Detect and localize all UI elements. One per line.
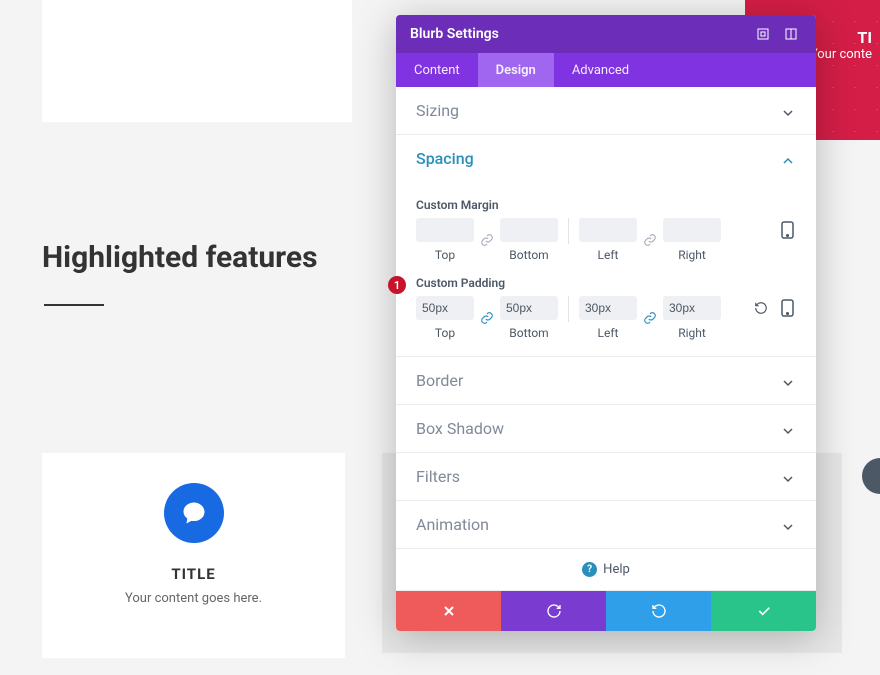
- content-placeholder-top: [42, 0, 352, 122]
- section-filters[interactable]: Filters: [396, 453, 816, 501]
- snap-icon[interactable]: [780, 23, 802, 45]
- padding-left-input[interactable]: [579, 296, 637, 320]
- padding-top-input[interactable]: [416, 296, 474, 320]
- section-label: Box Shadow: [416, 419, 504, 438]
- side-label-bottom: Bottom: [509, 326, 548, 340]
- page-heading-underline: [44, 304, 104, 306]
- help-button[interactable]: ? Help: [396, 549, 816, 591]
- padding-inputs-row: Top Bottom Left: [416, 296, 796, 340]
- side-label-left: Left: [598, 248, 619, 262]
- feature-card-text: Your content goes here.: [125, 591, 262, 606]
- margin-right-input[interactable]: [663, 218, 721, 242]
- divider: [568, 296, 569, 322]
- chevron-down-icon: [782, 470, 796, 484]
- margin-left-input[interactable]: [579, 218, 637, 242]
- link-icon[interactable]: [478, 231, 496, 249]
- chevron-down-icon: [782, 422, 796, 436]
- blurb-settings-panel: Blurb Settings Content Design Advanced S…: [396, 15, 816, 631]
- section-border[interactable]: Border: [396, 357, 816, 405]
- margin-inputs-row: Top Bottom Left: [416, 218, 796, 262]
- margin-bottom-input[interactable]: [500, 218, 558, 242]
- spacing-content: Custom Margin Top Bottom: [396, 182, 816, 357]
- section-box-shadow[interactable]: Box Shadow: [396, 405, 816, 453]
- chevron-down-icon: [782, 104, 796, 118]
- chevron-down-icon: [782, 518, 796, 532]
- side-label-left: Left: [598, 326, 619, 340]
- margin-top-input[interactable]: [416, 218, 474, 242]
- responsive-icon[interactable]: [778, 299, 796, 317]
- link-icon[interactable]: [478, 309, 496, 327]
- chat-bubble-icon: [164, 483, 224, 543]
- section-spacing[interactable]: Spacing: [396, 135, 816, 182]
- side-help-bubble[interactable]: [862, 458, 880, 494]
- redo-button[interactable]: [606, 591, 711, 631]
- side-label-bottom: Bottom: [509, 248, 548, 262]
- tab-content[interactable]: Content: [396, 53, 478, 87]
- chevron-up-icon: [782, 152, 796, 166]
- annotation-badge: 1: [388, 276, 406, 294]
- custom-margin-label: Custom Margin: [416, 198, 796, 212]
- section-label: Border: [416, 371, 463, 390]
- divider: [568, 218, 569, 244]
- section-label: Spacing: [416, 149, 474, 168]
- custom-padding-label: Custom Padding: [416, 276, 796, 290]
- side-label-top: Top: [435, 326, 455, 340]
- side-label-right: Right: [678, 248, 706, 262]
- panel-body: Sizing Spacing Custom Margin Top: [396, 87, 816, 591]
- section-label: Sizing: [416, 101, 459, 120]
- confirm-button[interactable]: [711, 591, 816, 631]
- page-heading: Highlighted features: [42, 240, 318, 275]
- feature-card-title: TITLE: [171, 565, 215, 583]
- tab-advanced[interactable]: Advanced: [554, 53, 647, 87]
- responsive-icon[interactable]: [778, 221, 796, 239]
- undo-button[interactable]: [501, 591, 606, 631]
- link-icon[interactable]: [641, 231, 659, 249]
- chevron-down-icon: [782, 374, 796, 388]
- side-label-top: Top: [435, 248, 455, 262]
- link-icon[interactable]: [641, 309, 659, 327]
- tab-design[interactable]: Design: [478, 53, 554, 87]
- reset-icon[interactable]: [752, 299, 770, 317]
- padding-right-input[interactable]: [663, 296, 721, 320]
- section-sizing[interactable]: Sizing: [396, 87, 816, 135]
- help-icon: ?: [582, 562, 597, 577]
- panel-tabs: Content Design Advanced: [396, 53, 816, 87]
- section-label: Filters: [416, 467, 460, 486]
- section-label: Animation: [416, 515, 489, 534]
- padding-bottom-input[interactable]: [500, 296, 558, 320]
- panel-footer: [396, 591, 816, 631]
- feature-card: TITLE Your content goes here.: [42, 453, 345, 658]
- expand-icon[interactable]: [752, 23, 774, 45]
- section-animation[interactable]: Animation: [396, 501, 816, 549]
- panel-header[interactable]: Blurb Settings: [396, 15, 816, 53]
- help-label: Help: [603, 562, 630, 577]
- cancel-button[interactable]: [396, 591, 501, 631]
- side-label-right: Right: [678, 326, 706, 340]
- panel-title: Blurb Settings: [410, 26, 746, 42]
